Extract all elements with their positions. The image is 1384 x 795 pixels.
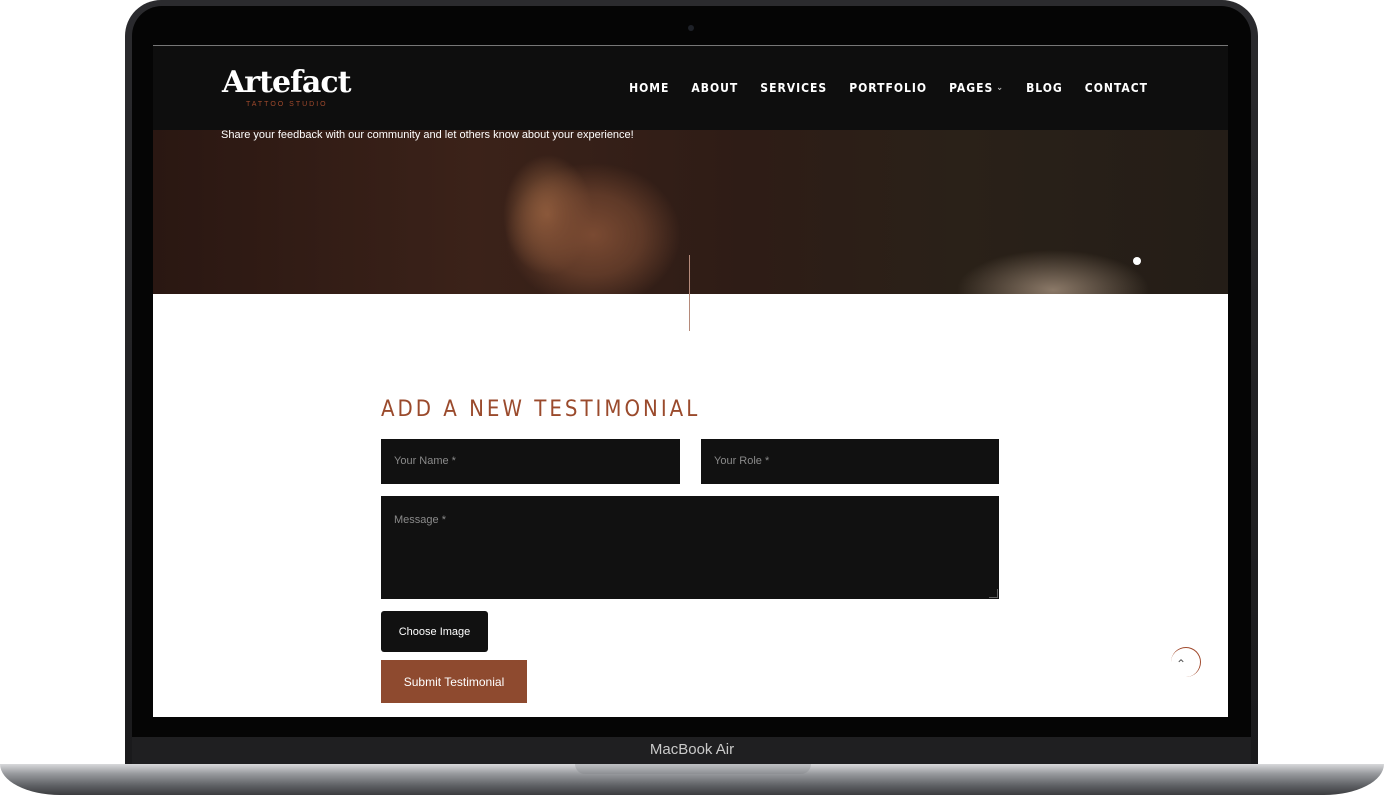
nav-pages[interactable]: PAGES ⌄ xyxy=(949,81,1004,95)
resize-handle-icon[interactable] xyxy=(989,589,998,598)
section-divider xyxy=(689,255,690,331)
name-input[interactable]: Your Name * xyxy=(381,439,680,484)
submit-testimonial-button[interactable]: Submit Testimonial xyxy=(381,660,527,703)
role-input[interactable]: Your Role * xyxy=(701,439,999,484)
device-label: MacBook Air xyxy=(649,741,735,758)
logo-subtitle: TATTOO STUDIO xyxy=(246,101,328,108)
main-nav: HOME ABOUT SERVICES PORTFOLIO PAGES ⌄ BL… xyxy=(629,81,1148,95)
chevron-down-icon: ⌄ xyxy=(996,83,1005,93)
chevron-up-icon: ⌃ xyxy=(1176,657,1187,671)
hero-subtitle: Share your feedback with our community a… xyxy=(221,129,634,141)
nav-pages-label: PAGES xyxy=(949,81,994,95)
nav-contact[interactable]: CONTACT xyxy=(1085,81,1148,95)
form-title: ADD A NEW TESTIMONIAL xyxy=(381,397,701,422)
nav-blog[interactable]: BLOG xyxy=(1026,81,1063,95)
nav-services[interactable]: SERVICES xyxy=(760,81,827,95)
nav-about[interactable]: ABOUT xyxy=(691,81,738,95)
site-header: Artefact TATTOO STUDIO HOME ABOUT SERVIC… xyxy=(153,46,1228,130)
laptop-notch xyxy=(575,764,811,774)
nav-home[interactable]: HOME xyxy=(629,81,669,95)
nav-portfolio[interactable]: PORTFOLIO xyxy=(849,81,927,95)
browser-viewport: Share your feedback with our community a… xyxy=(153,45,1228,717)
message-textarea[interactable]: Message * xyxy=(381,496,999,599)
site-logo[interactable]: Artefact xyxy=(222,65,351,100)
slider-dot[interactable] xyxy=(1133,257,1141,265)
choose-image-button[interactable]: Choose Image xyxy=(381,611,488,652)
camera-icon xyxy=(688,25,694,31)
